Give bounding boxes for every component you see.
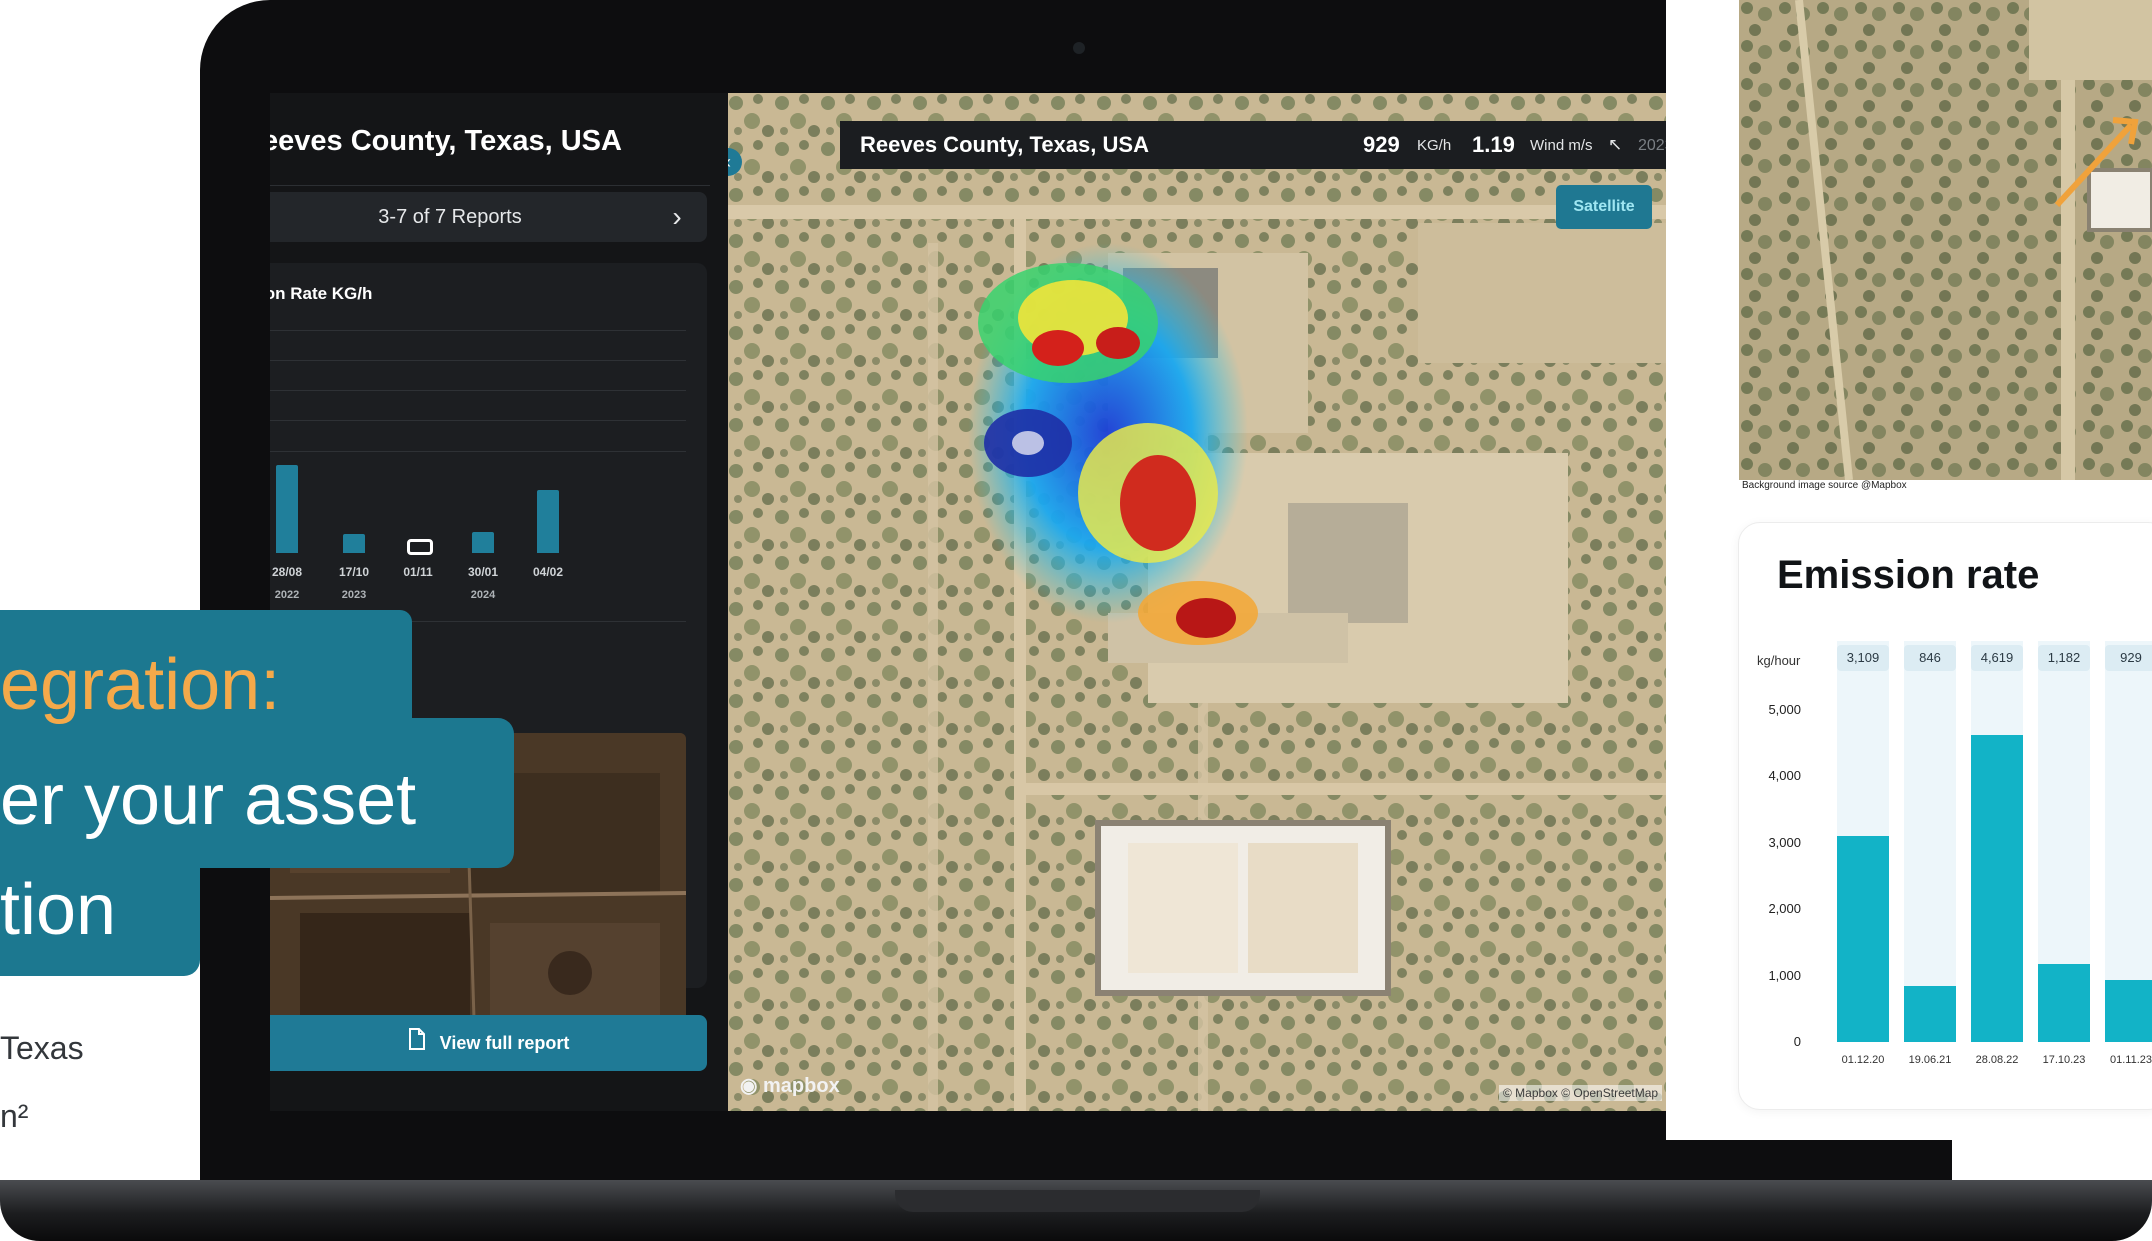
x-axis-tick: 28.08.22 <box>1975 1054 2019 1066</box>
chart-gridline <box>270 420 686 421</box>
y-axis-tick: 4,000 <box>1768 768 1801 784</box>
map-year-label: 2023 <box>1638 137 1668 154</box>
laptop-screen: eeves County, Texas, USA 3-7 of 7 Report… <box>270 93 1668 1111</box>
chart-bar[interactable] <box>343 534 365 553</box>
headline-line-2: er your asset <box>0 760 417 840</box>
wind-direction-icon: ↖ <box>1608 135 1623 154</box>
y-axis-tick: 1,000 <box>1768 967 1801 983</box>
chart-column-bg <box>1904 641 1956 1042</box>
mapbox-icon: ◉ <box>740 1075 758 1097</box>
reports-pager[interactable]: 3-7 of 7 Reports › <box>270 192 707 242</box>
wind-speed-unit: Wind m/s <box>1530 137 1593 154</box>
emission-rate-unit: KG/h <box>1417 137 1452 154</box>
chart-x-tick: 30/01 <box>467 565 499 579</box>
emission-bar[interactable] <box>1971 735 2023 1042</box>
chart-gridline <box>270 451 686 452</box>
chart-gridline <box>270 330 686 331</box>
overlay-satellite-svg <box>1739 0 2152 480</box>
map-imagery <box>728 93 1668 1111</box>
value-label-chip: 1,182 <box>2038 645 2090 671</box>
chart-bar[interactable] <box>407 539 433 555</box>
value-label-chip: 3,109 <box>1837 645 1889 671</box>
headline-line-3: tion <box>0 870 117 950</box>
map-info-bar: Reeves County, Texas, USA 929 KG/h 1.19 … <box>840 121 1668 169</box>
emission-rate-bar-chart: 0 1,000 2,000 3,000 4,000 5,000 3,109 01.12.20 8… <box>1739 523 2152 1109</box>
emission-overlay-panel: Background image source @Mapbox Emission… <box>1666 0 2152 1140</box>
x-axis-tick: 01.12.20 <box>1841 1054 1885 1066</box>
report-sidebar: eeves County, Texas, USA 3-7 of 7 Report… <box>270 93 728 1111</box>
document-icon <box>408 1016 426 1072</box>
emission-bar[interactable] <box>1904 985 1956 1042</box>
mapbox-logo: ◉ mapbox <box>740 1073 840 1098</box>
chart-bar[interactable] <box>472 532 494 553</box>
emission-bar[interactable] <box>2105 980 2152 1042</box>
mapbox-logo-text: mapbox <box>763 1075 840 1097</box>
chart-gridline <box>270 360 686 361</box>
sidebar-title: eeves County, Texas, USA <box>270 125 622 157</box>
chart-x-tick: 17/10 <box>338 565 370 579</box>
overlay-satellite-image <box>1739 0 2152 480</box>
chart-gridline <box>270 390 686 391</box>
emission-bar[interactable] <box>1837 835 1889 1042</box>
laptop-camera <box>1073 42 1085 54</box>
view-full-report-button[interactable]: View full report <box>270 1015 707 1071</box>
chart-bar[interactable] <box>276 465 298 553</box>
overlay-image-source: Background image source @Mapbox <box>1742 480 1907 491</box>
reports-count-label: 3-7 of 7 Reports <box>378 206 522 228</box>
value-label-chip: 929 <box>2105 645 2152 671</box>
info-location: Texas <box>0 1030 84 1066</box>
chart-x-tick: 04/02 <box>532 565 564 579</box>
value-label-chip: 4,619 <box>1971 645 2023 671</box>
x-axis-tick: 19.06.21 <box>1908 1054 1952 1066</box>
laptop-base-notch <box>895 1190 1260 1212</box>
chart-x-tick: 28/08 <box>271 565 303 579</box>
view-full-report-label: View full report <box>439 1033 570 1053</box>
map-attribution[interactable]: © Mapbox © OpenStreetMap <box>1499 1085 1663 1101</box>
x-axis-tick: 17.10.23 <box>2042 1054 2086 1066</box>
emission-bar[interactable] <box>2038 963 2090 1042</box>
chart-x-tick: 01/11 <box>403 565 433 579</box>
chevron-right-icon[interactable]: › <box>662 192 692 242</box>
emission-rate-value: 929 <box>1363 132 1400 157</box>
y-axis-tick: 5,000 <box>1768 702 1801 717</box>
y-axis-tick: 3,000 <box>1768 834 1801 850</box>
emission-rate-card: Emission rate kg/hour 0 1,000 2,000 3,000 4,… <box>1738 522 2152 1110</box>
map-location-label: Reeves County, Texas, USA <box>860 132 1149 157</box>
headline-line-1: egration: <box>0 645 281 725</box>
satellite-toggle-button[interactable]: Satellite <box>1556 185 1652 229</box>
x-axis-tick: 01.11.23 <box>2109 1054 2152 1066</box>
wind-speed-value: 1.19 <box>1472 132 1515 157</box>
info-area: n² <box>0 1098 29 1134</box>
chart-year-label: 2024 <box>470 589 496 601</box>
chart-year-label: 2022 <box>274 589 300 601</box>
y-axis-tick: 0 <box>1793 1034 1801 1049</box>
satellite-map[interactable]: ‹ Reeves County, Texas, USA 929 KG/h 1.1… <box>728 93 1668 1111</box>
chart-bar[interactable] <box>537 490 559 553</box>
chart-year-label: 2023 <box>341 589 367 601</box>
sidebar-divider <box>270 185 710 186</box>
value-label-chip: 846 <box>1904 645 1956 671</box>
y-axis-tick: 2,000 <box>1768 901 1801 917</box>
